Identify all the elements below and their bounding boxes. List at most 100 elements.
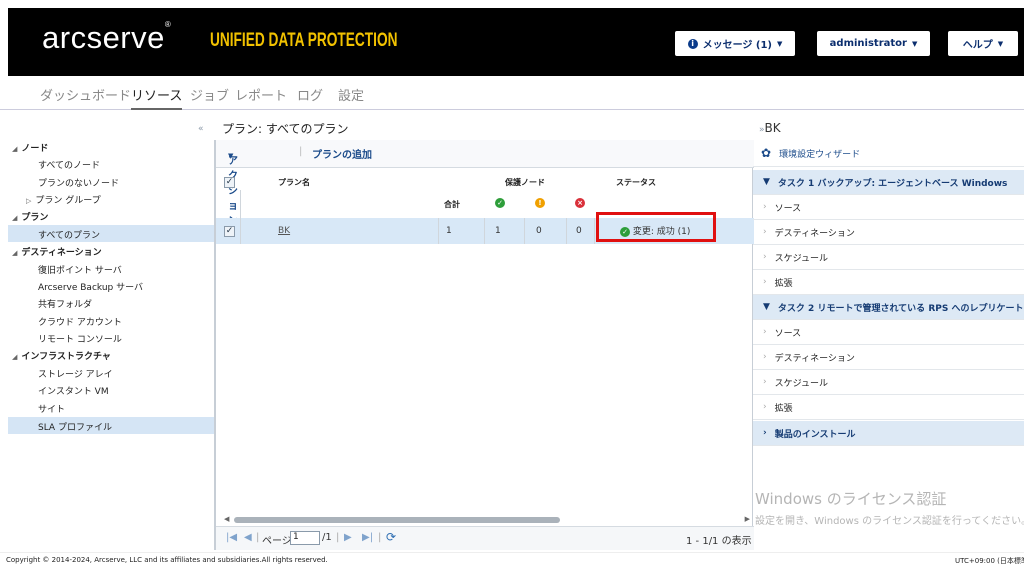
copyright: Copyright © 2014-2024, Arcserve, LLC and… — [6, 556, 328, 564]
plan-detail-panel: »BK ✿ 環境設定ウィザード ▼ タスク 1 バックアップ: エージェントベース … — [753, 118, 1024, 550]
horizontal-scrollbar[interactable]: ◀ ▶ — [224, 515, 750, 524]
select-all-checkbox[interactable]: ✓ — [224, 177, 235, 188]
ok-count: 1 — [495, 226, 501, 236]
info-icon: i — [687, 38, 698, 49]
tree-storage-array[interactable]: ストレージ アレイ — [38, 367, 113, 380]
chevron-down-icon: ▼ — [763, 177, 770, 187]
config-wizard-link[interactable]: ✿ 環境設定ウィザード — [753, 140, 1024, 167]
last-page-icon[interactable]: ▶| — [362, 532, 373, 543]
tab-settings[interactable]: 設定 — [338, 85, 364, 104]
error-status-icon: × — [575, 198, 585, 208]
toolbar-divider: | — [299, 146, 303, 157]
pager-divider: | — [336, 532, 340, 543]
install-header[interactable]: › 製品のインストール — [753, 421, 1024, 446]
tree-cloud-account[interactable]: クラウド アカウント — [38, 315, 122, 328]
messages-button[interactable]: i メッセージ (1) ▼ — [675, 31, 795, 56]
pager-divider: | — [378, 532, 382, 543]
help-button[interactable]: ヘルプ ▼ — [948, 31, 1018, 56]
task1-extension[interactable]: › 拡張 — [753, 270, 1024, 295]
tab-resources[interactable]: リソース — [131, 85, 183, 110]
product-name: UNIFIED DATA PROTECTION — [210, 30, 398, 51]
tree-all-plans[interactable]: すべてのプラン — [38, 228, 100, 241]
tree-arcserve-backup-server[interactable]: Arcserve Backup サーバ — [38, 280, 143, 293]
chevron-right-icon: › — [763, 428, 767, 438]
task2-source[interactable]: › ソース — [753, 320, 1024, 345]
page-label: ページ — [262, 536, 292, 547]
chevron-right-icon: › — [763, 352, 767, 362]
arcserve-logo: arcserve® — [42, 20, 172, 55]
chevron-right-icon: › — [763, 277, 767, 287]
tab-reports[interactable]: レポート — [235, 85, 287, 104]
tree-destinations[interactable]: ◢ デスティネーション — [12, 245, 102, 258]
chevron-down-icon: ▼ — [228, 152, 234, 160]
tab-dashboard[interactable]: ダッシュボード — [40, 85, 131, 104]
chevron-right-icon: › — [763, 377, 767, 387]
app-header: arcserve® UNIFIED DATA PROTECTION i メッセー… — [8, 8, 1024, 76]
col-plan-name[interactable]: プラン名 — [278, 177, 310, 188]
total-count: 1 — [446, 226, 452, 236]
tree-plan-groups[interactable]: ▷ プラン グループ — [26, 193, 101, 206]
tree-site[interactable]: サイト — [38, 402, 65, 415]
tree-node-nodes[interactable]: ◢ ノード — [12, 141, 48, 154]
tree-remote-console[interactable]: リモート コンソール — [38, 332, 122, 345]
task1-schedule[interactable]: › スケジュール — [753, 245, 1024, 270]
divider — [594, 218, 595, 244]
error-count: 0 — [576, 226, 582, 236]
task2-header[interactable]: ▼ タスク 2 リモートで管理されている RPS へのレプリケート — [753, 295, 1024, 320]
scroll-right-icon[interactable]: ▶ — [745, 515, 750, 523]
status-highlight-box — [596, 212, 716, 242]
prev-page-icon[interactable]: ◀ — [244, 532, 252, 543]
tree-shared-folder[interactable]: 共有フォルダ — [38, 297, 92, 310]
page-title: プラン: すべてのプラン — [222, 122, 349, 136]
chevron-right-icon: › — [763, 202, 767, 212]
task2-destination[interactable]: › デスティネーション — [753, 345, 1024, 370]
tree-recovery-point-server[interactable]: 復旧ポイント サーバ — [38, 263, 122, 276]
add-plan-link[interactable]: プランの追加 — [312, 146, 372, 161]
scrollbar-thumb[interactable] — [234, 517, 560, 523]
refresh-icon[interactable]: ⟳ — [386, 530, 396, 544]
tab-jobs[interactable]: ジョブ — [190, 85, 229, 104]
task1-source[interactable]: › ソース — [753, 195, 1024, 220]
detail-title: »BK — [759, 121, 781, 135]
pager-divider: | — [256, 532, 260, 543]
task1-destination[interactable]: › デスティネーション — [753, 220, 1024, 245]
chevron-right-icon: › — [763, 252, 767, 262]
col-status[interactable]: ステータス — [616, 177, 656, 188]
tree-sla-profile[interactable]: SLA プロファイル — [38, 420, 112, 433]
tree-infrastructure[interactable]: ◢ インフラストラクチャ — [12, 349, 111, 362]
tab-logs[interactable]: ログ — [297, 85, 323, 104]
scroll-left-icon[interactable]: ◀ — [224, 515, 229, 523]
user-menu-button[interactable]: administrator ▼ — [817, 31, 930, 56]
tree-plans[interactable]: ◢ プラン — [12, 210, 48, 223]
tree-all-nodes[interactable]: すべてのノード — [38, 158, 100, 171]
task2-extension[interactable]: › 拡張 — [753, 395, 1024, 420]
collapse-left-icon[interactable]: « — [198, 124, 204, 134]
divider — [484, 218, 485, 244]
grid-toolbar: アクション ▼ | プランの追加 — [216, 140, 754, 227]
collapsed-icon: ▷ — [26, 197, 32, 205]
timezone: UTC+09:00 (日本標準時) — [955, 557, 1024, 565]
first-page-icon[interactable]: |◀ — [226, 532, 237, 543]
main-nav: ダッシュボード リソース ジョブ レポート ログ 設定 — [0, 76, 1024, 110]
chevron-down-icon: ▼ — [997, 39, 1004, 48]
chevron-down-icon: ▼ — [777, 39, 783, 48]
row-checkbox[interactable]: ✓ — [224, 226, 235, 237]
tree-nodes-without-plan[interactable]: プランのないノード — [38, 176, 119, 189]
col-total[interactable]: 合計 — [444, 199, 460, 210]
pagination-bar: |◀ ◀ | ページ 1 /1 | ▶ ▶| | ⟳ 1 - 1/1 の表示 — [216, 526, 754, 550]
activation-watermark-title: Windows のライセンス認証 — [755, 490, 947, 508]
plan-name-link[interactable]: BK — [278, 226, 290, 236]
divider — [524, 218, 525, 244]
chevron-right-icon: › — [763, 327, 767, 337]
messages-label: メッセージ (1) — [702, 40, 772, 51]
expanded-icon: ◢ — [12, 353, 18, 361]
expanded-icon: ◢ — [12, 214, 18, 222]
task2-schedule[interactable]: › スケジュール — [753, 370, 1024, 395]
page-number-input[interactable]: 1 — [290, 531, 320, 545]
warning-status-icon: ! — [535, 198, 545, 208]
col-protected-nodes: 保護ノード — [505, 178, 545, 187]
next-page-icon[interactable]: ▶ — [344, 532, 352, 543]
tree-instant-vm[interactable]: インスタント VM — [38, 384, 109, 397]
task1-header[interactable]: ▼ タスク 1 バックアップ: エージェントベース Windows — [753, 170, 1024, 195]
chevron-down-icon: ▼ — [911, 39, 918, 48]
